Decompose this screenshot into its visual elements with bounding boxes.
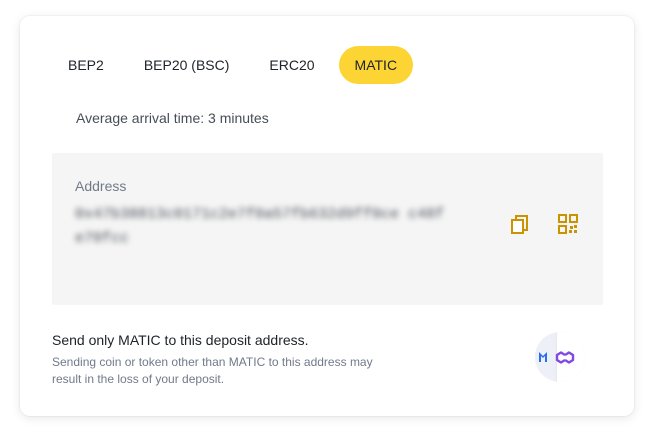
warning-text: Sending coin or token other than MATIC t… (52, 355, 373, 386)
address-box: Address 0x47b38813c0171c2e7f0a57fb632d9f… (52, 153, 603, 305)
matic-polygon-logo (535, 332, 585, 382)
qr-code-icon[interactable] (557, 213, 579, 235)
tab-erc20[interactable]: ERC20 (253, 46, 330, 84)
tab-bep2[interactable]: BEP2 (52, 46, 120, 84)
warning-title: Send only MATIC to this deposit address. (52, 332, 309, 348)
address-value: 0x47b38813c0171c2e7f0a57fb632d9ff0ce c48… (75, 206, 445, 247)
network-tabs: BEP2 BEP20 (BSC) ERC20 MATIC (52, 46, 421, 84)
address-label: Address (75, 178, 127, 194)
tab-bep20-bsc[interactable]: BEP20 (BSC) (128, 46, 246, 84)
copy-icon[interactable] (509, 213, 531, 235)
deposit-card: BEP2 BEP20 (BSC) ERC20 MATIC Average arr… (20, 16, 634, 416)
tab-matic[interactable]: MATIC (338, 46, 414, 84)
arrival-time-text: Average arrival time: 3 minutes (76, 110, 269, 126)
